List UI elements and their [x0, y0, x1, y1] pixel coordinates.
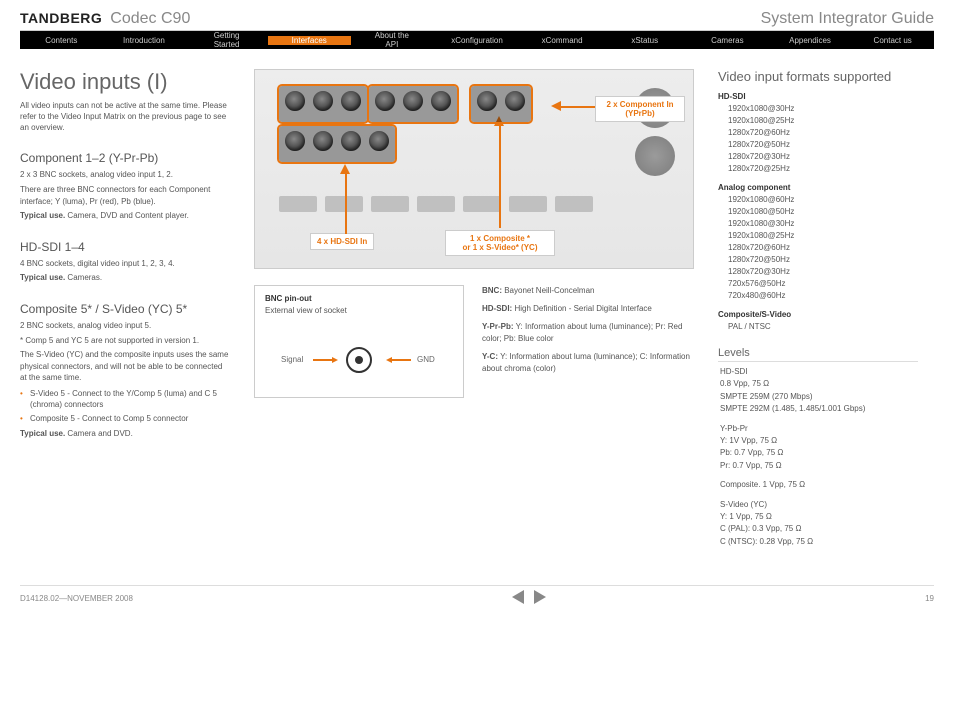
pinout-sub: External view of socket [265, 305, 453, 317]
right-column: Video input formats supported HD-SDI 192… [718, 69, 918, 555]
level-block: Composite. 1 Vpp, 75 Ω [718, 479, 918, 491]
bnc-icon [373, 89, 397, 113]
page-header: TANDBERG Codec C90 System Integrator Gui… [20, 10, 934, 31]
format-item: 1280x720@30Hz [728, 151, 918, 163]
section-heading-hdsdi: HD-SDI 1–4 [20, 240, 230, 254]
page-number: 19 [925, 594, 934, 603]
format-subhead: Composite/S-Video [718, 310, 918, 319]
format-list: 1920x1080@60Hz1920x1080@50Hz1920x1080@30… [718, 194, 918, 302]
brand-logo: TANDBERG [20, 10, 102, 26]
bnc-icon [283, 129, 307, 153]
format-item: 1280x720@50Hz [728, 254, 918, 266]
nav-item-xstatus[interactable]: xStatus [603, 36, 686, 45]
callout-hdsdi: 4 x HD-SDI In [310, 233, 374, 250]
doc-id: D14128.02—NOVEMBER 2008 [20, 594, 133, 603]
hdsdi-group [279, 126, 395, 162]
nav-item-cameras[interactable]: Cameras [686, 36, 769, 45]
paragraph: 2 BNC sockets, analog video input 5. [20, 320, 230, 332]
xlr-icon [635, 136, 675, 176]
format-subhead: HD-SDI [718, 92, 918, 101]
page-title: Video inputs (I) [20, 69, 230, 95]
arrow-icon [313, 359, 333, 361]
bnc-inner-icon [355, 356, 363, 364]
intro-text: All video inputs can not be active at th… [20, 101, 230, 133]
format-item: 1280x720@25Hz [728, 163, 918, 175]
nav-item-introduction[interactable]: Introduction [103, 36, 186, 45]
format-item: 1280x720@60Hz [728, 127, 918, 139]
bnc-icon [401, 89, 425, 113]
bnc-icon [283, 89, 307, 113]
paragraph: Typical use. Camera, DVD and Content pla… [20, 210, 230, 222]
connector-diagram: 2 x Component In(YPrPb) 4 x HD-SDI In 1 … [254, 69, 694, 269]
format-item: 720x576@50Hz [728, 278, 918, 290]
format-item: 720x480@60Hz [728, 290, 918, 302]
section-heading-component: Component 1–2 (Y-Pr-Pb) [20, 151, 230, 165]
page-nav-arrows [512, 590, 546, 606]
list-item: Composite 5 - Connect to Comp 5 connecto… [20, 413, 230, 424]
bnc-icon [311, 89, 335, 113]
paragraph: Typical use. Camera and DVD. [20, 428, 230, 440]
nav-item-xcommand[interactable]: xCommand [521, 36, 604, 45]
nav-item-about-the-api[interactable]: About the API [351, 31, 434, 49]
middle-column: 2 x Component In(YPrPb) 4 x HD-SDI In 1 … [254, 69, 694, 555]
format-item: 1280x720@50Hz [728, 139, 918, 151]
callout-composite: 1 x Composite *or 1 x S-Video* (YC) [445, 230, 555, 256]
arrow-icon [391, 359, 411, 361]
next-page-icon[interactable] [534, 590, 546, 604]
format-subhead: Analog component [718, 183, 918, 192]
signal-label: Signal [281, 355, 303, 364]
nav-item-xconfiguration[interactable]: xConfiguration [433, 36, 521, 45]
section-heading-composite: Composite 5* / S-Video (YC) 5* [20, 302, 230, 316]
bnc-pinout-box: BNC pin-out External view of socket Sign… [254, 285, 464, 398]
navbar: ContentsIntroductionGetting StartedInter… [20, 31, 934, 49]
bnc-icon [311, 129, 335, 153]
model-name: Codec C90 [110, 10, 190, 28]
component-group-2 [369, 86, 457, 122]
nav-item-interfaces[interactable]: Interfaces [268, 36, 351, 45]
component-group-1 [279, 86, 367, 122]
bnc-icon [367, 129, 391, 153]
format-item: 1920x1080@30Hz [728, 218, 918, 230]
gnd-label: GND [417, 355, 435, 364]
format-item: 1280x720@60Hz [728, 242, 918, 254]
paragraph: The S-Video (YC) and the composite input… [20, 349, 230, 384]
paragraph: Typical use. Cameras. [20, 272, 230, 284]
nav-item-contents[interactable]: Contents [20, 36, 103, 45]
nav-item-getting-started[interactable]: Getting Started [185, 31, 268, 49]
format-list: 1920x1080@30Hz1920x1080@25Hz1280x720@60H… [718, 103, 918, 175]
format-item: 1920x1080@30Hz [728, 103, 918, 115]
prev-page-icon[interactable] [512, 590, 524, 604]
formats-heading: Video input formats supported [718, 69, 918, 84]
definitions-box: BNC: Bayonet Neill-Concelman HD-SDI: Hig… [482, 285, 692, 398]
list-item: S-Video 5 - Connect to the Y/Comp 5 (lum… [20, 388, 230, 410]
format-item: 1280x720@30Hz [728, 266, 918, 278]
bullet-list: S-Video 5 - Connect to the Y/Comp 5 (lum… [20, 388, 230, 425]
levels-heading: Levels [718, 347, 918, 362]
paragraph: 4 BNC sockets, digital video input 1, 2,… [20, 258, 230, 270]
paragraph: * Comp 5 and YC 5 are not supported in v… [20, 335, 230, 347]
format-item: 1920x1080@60Hz [728, 194, 918, 206]
nav-item-appendices[interactable]: Appendices [769, 36, 852, 45]
paragraph: 2 x 3 BNC sockets, analog video input 1,… [20, 169, 230, 181]
format-item: 1920x1080@25Hz [728, 115, 918, 127]
bnc-icon [339, 89, 363, 113]
left-column: Video inputs (I) All video inputs can no… [20, 69, 230, 555]
composite-group [471, 86, 531, 122]
bnc-icon [475, 89, 499, 113]
page-footer: D14128.02—NOVEMBER 2008 19 [20, 585, 934, 606]
bnc-icon [503, 89, 527, 113]
format-item: 1920x1080@25Hz [728, 230, 918, 242]
nav-item-contact-us[interactable]: Contact us [851, 36, 934, 45]
level-block: HD-SDI0.8 Vpp, 75 ΩSMPTE 259M (270 Mbps)… [718, 366, 918, 416]
pinout-heading: BNC pin-out [265, 294, 453, 303]
guide-title: System Integrator Guide [761, 10, 934, 28]
format-list: PAL / NTSC [718, 321, 918, 333]
bnc-icon [339, 129, 363, 153]
callout-component: 2 x Component In(YPrPb) [595, 96, 685, 122]
paragraph: There are three BNC connectors for each … [20, 184, 230, 207]
format-item: 1920x1080@50Hz [728, 206, 918, 218]
level-block: Y-Pb-PrY: 1V Vpp, 75 ΩPb: 0.7 Vpp, 75 ΩP… [718, 423, 918, 473]
bnc-icon [429, 89, 453, 113]
level-block: S-Video (YC)Y: 1 Vpp, 75 ΩC (PAL): 0.3 V… [718, 499, 918, 549]
